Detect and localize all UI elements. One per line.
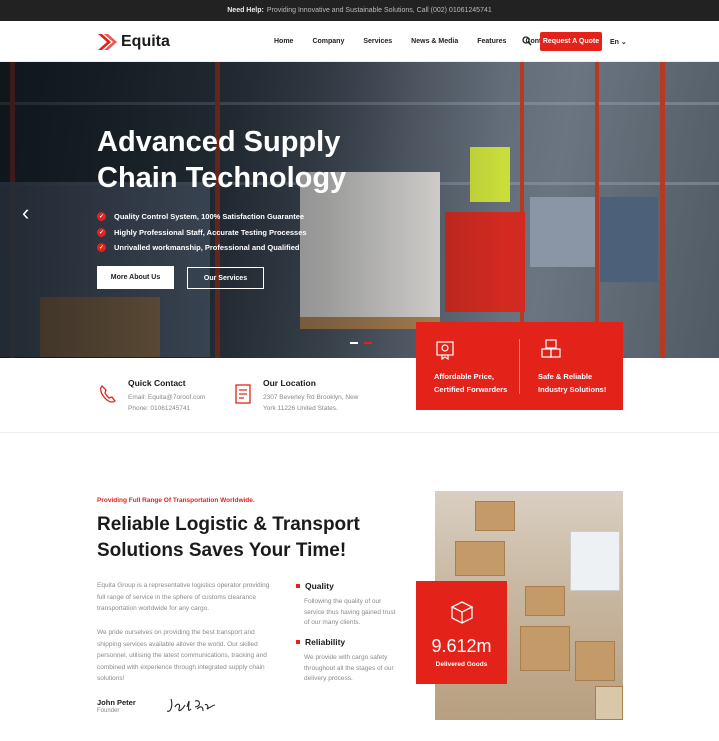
location-address: 2307 Beverley Rd Brooklyn, New York 1122…: [263, 394, 359, 412]
quality-text: Following the quality of our service thu…: [304, 598, 396, 626]
feature-safe: Safe & Reliable Industry Solutions!: [538, 372, 607, 394]
check-icon: ✓: [97, 212, 106, 222]
window: [570, 531, 620, 591]
certificate-icon: [436, 341, 454, 360]
feature-divider: [519, 339, 520, 394]
hero-slider: ‹ Advanced Supply Chain Technology ✓ Qual…: [0, 62, 719, 358]
top-bar: Need Help: Providing Innovative and Sust…: [0, 0, 719, 21]
pallet: [595, 686, 623, 720]
nav-item-company[interactable]: Company: [312, 38, 344, 45]
nav-item-home[interactable]: Home: [274, 38, 294, 66]
slider-dot-active[interactable]: [364, 342, 372, 344]
language-selector[interactable]: En ⌄: [610, 38, 627, 46]
about-paragraph: We pride ourselves on providing the best…: [97, 629, 267, 682]
boxes-icon: [541, 339, 561, 358]
hero-point-text: Unrivalled workmanship, Professional and…: [114, 243, 300, 253]
about-title: Reliable Logistic & Transport Solutions …: [97, 514, 360, 561]
slider-dot[interactable]: [350, 342, 358, 344]
founder-role: Founder: [97, 708, 120, 714]
language-label: En: [610, 39, 619, 46]
location-title: Our Location: [263, 378, 316, 388]
feature-price: Affordable Price, Certified Forwarders: [434, 372, 508, 394]
hero-points: ✓ Quality Control System, 100% Satisfacti…: [97, 209, 307, 256]
hero-point-text: Highly Professional Staff, Accurate Test…: [114, 227, 307, 237]
cardboard-box: [525, 586, 565, 616]
request-quote-button[interactable]: Request A Quote: [540, 32, 602, 51]
slider-dots: [350, 342, 378, 344]
brand-name: Equita: [121, 33, 170, 50]
slider-prev-arrow-icon[interactable]: ‹: [22, 200, 29, 226]
main-navbar: Equita Home Company Services News & Medi…: [0, 21, 719, 66]
reliability-title: Reliability: [305, 637, 346, 647]
bullet-icon: [296, 584, 300, 588]
location-document-icon: [235, 384, 251, 404]
logo-icon: [98, 34, 117, 50]
hero-point: ✓ Highly Professional Staff, Accurate Tes…: [97, 225, 307, 241]
chevron-down-icon: ⌄: [620, 39, 627, 46]
quality-heading: Quality: [296, 581, 334, 591]
our-services-button[interactable]: Our Services: [187, 267, 264, 289]
hero-point: ✓ Quality Control System, 100% Satisfacti…: [97, 209, 307, 225]
reliability-heading: Reliability: [296, 637, 345, 647]
search-icon[interactable]: [522, 36, 532, 46]
nav-item-features[interactable]: Features: [477, 38, 506, 45]
delivered-goods-stat: 9.612m Delivered Goods: [416, 581, 507, 684]
quality-title: Quality: [305, 581, 334, 591]
section-divider: [0, 432, 719, 433]
cardboard-box: [575, 641, 615, 681]
nav-item-services[interactable]: Services: [363, 38, 392, 45]
check-icon: ✓: [97, 243, 106, 253]
cardboard-box: [520, 626, 570, 671]
nav-item-news-media[interactable]: News & Media: [411, 38, 458, 45]
stat-label: Delivered Goods: [435, 661, 488, 668]
phone-icon: [100, 385, 116, 403]
hero-point: ✓ Unrivalled workmanship, Professional an…: [97, 240, 307, 256]
features-box: Affordable Price, Certified Forwarders S…: [416, 322, 623, 410]
hero-title: Advanced Supply Chain Technology: [97, 126, 347, 194]
top-bar-label: Need Help:: [227, 7, 264, 14]
logo[interactable]: Equita: [97, 32, 170, 52]
hero-point-text: Quality Control System, 100% Satisfactio…: [114, 212, 305, 222]
bullet-icon: [296, 640, 300, 644]
more-about-us-button[interactable]: More About Us: [97, 266, 174, 289]
cardboard-box: [455, 541, 505, 576]
founder-name: John Peter: [97, 698, 136, 707]
about-paragraph: Equita Group is a representative logisti…: [97, 582, 270, 612]
about-tagline: Providing Full Range Of Transportation W…: [97, 497, 255, 504]
top-bar-text: Providing Innovative and Sustainable Sol…: [266, 7, 492, 14]
open-box-icon: [450, 601, 474, 624]
check-icon: ✓: [97, 227, 106, 237]
founder-signature: [166, 698, 216, 712]
stat-value: 9.612m: [431, 636, 492, 656]
cardboard-box: [475, 501, 515, 531]
reliability-text: We provide with cargo safety throughout …: [304, 654, 394, 682]
